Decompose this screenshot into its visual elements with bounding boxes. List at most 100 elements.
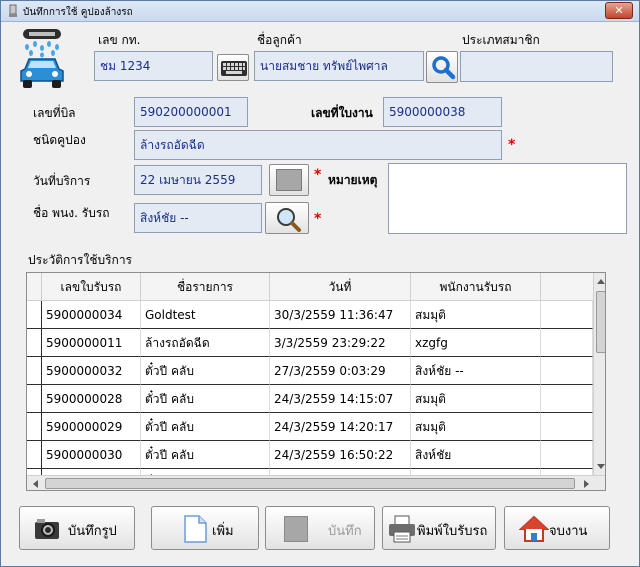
cell-date: 27/3/2559 0:03:29 <box>270 357 411 385</box>
save-image-button[interactable]: บันทึกรูป <box>19 506 135 550</box>
cell-item-name: ตั๋วปี คลับ <box>141 385 270 413</box>
cell-receipt-no: 5900000032 <box>42 357 141 385</box>
cell-date: 30/3/2559 11:36:47 <box>270 301 411 329</box>
cell-receipt-no: 5900000011 <box>42 329 141 357</box>
column-header-item-name[interactable]: ชื่อรายการ <box>141 273 270 301</box>
row-selector[interactable] <box>27 385 42 413</box>
member-type-label: ประเภทสมาชิก <box>462 33 540 47</box>
window-title: บันทึกการใช้ คูปองล้างรถ <box>23 7 133 18</box>
cell-item-name: ล้างรถอัดฉีด <box>141 329 270 357</box>
cell-date: 24/3/2559 16:50:22 <box>270 441 411 469</box>
horizontal-scrollbar[interactable] <box>27 475 605 491</box>
keyboard-icon <box>221 61 247 76</box>
cell-empty <box>541 441 593 469</box>
history-title: ประวัติการใช้บริการ <box>28 253 133 267</box>
service-date-field[interactable]: 22 เมษายน 2559 <box>134 165 262 195</box>
date-required-mark: * <box>314 167 322 183</box>
scroll-up-arrow-icon[interactable] <box>594 275 606 289</box>
cell-receipt-no: 5900000029 <box>42 413 141 441</box>
add-label: เพิ่ม <box>212 524 234 539</box>
cell-date: 24/3/2559 14:20:17 <box>270 413 411 441</box>
bill-no-label: เลขที่บิล <box>33 106 76 120</box>
cell-receipt-no: 5900000028 <box>42 385 141 413</box>
car-wash-logo-icon <box>20 29 64 88</box>
cell-staff: สมมุติ <box>411 301 541 329</box>
close-button[interactable]: ✕ <box>605 2 633 19</box>
row-selector[interactable] <box>27 301 42 329</box>
search-icon <box>432 56 456 80</box>
cell-empty <box>541 357 593 385</box>
cell-receipt-no: 5900000030 <box>42 441 141 469</box>
customer-field[interactable]: นายสมชาย ทรัพย์ไพศาล <box>254 51 424 81</box>
vertical-scroll-thumb[interactable] <box>596 291 605 353</box>
cell-empty <box>541 385 593 413</box>
staff-search-button[interactable] <box>265 202 309 234</box>
service-date-label: วันที่บริการ <box>33 174 91 188</box>
column-header-receipt-no[interactable]: เลขใบรับรถ <box>42 273 141 301</box>
row-selector[interactable] <box>27 329 42 357</box>
note-textarea[interactable] <box>388 163 627 234</box>
title-bar: บันทึกการใช้ คูปองล้างรถ ✕ <box>1 1 639 22</box>
camera-icon <box>35 519 59 539</box>
save-disabled-icon <box>284 516 308 542</box>
printer-icon <box>389 515 415 543</box>
cell-item-name: ตั๋วปี คลับ <box>141 413 270 441</box>
job-no-label: เลขที่ใบงาน <box>311 106 373 120</box>
exit-button[interactable]: จบงาน <box>504 506 610 550</box>
exit-label: จบงาน <box>549 524 588 539</box>
cell-empty <box>541 329 593 357</box>
coupon-usage-window: บันทึกการใช้ คูปองล้างรถ ✕ เลข กท. ชม 12… <box>0 0 640 567</box>
customer-label: ชื่อลูกค้า <box>257 33 302 47</box>
keyboard-button[interactable] <box>217 54 249 81</box>
add-button[interactable]: เพิ่ม <box>151 506 259 550</box>
plate-label: เลข กท. <box>98 33 141 47</box>
date-picker-button[interactable] <box>269 164 309 196</box>
save-image-label: บันทึกรูป <box>68 524 117 539</box>
job-no-field[interactable]: 5900000038 <box>383 97 502 127</box>
cell-staff: สิงห์ชัย -- <box>411 357 541 385</box>
cell-item-name: ตั๋วปี คลับ <box>141 357 270 385</box>
table-row[interactable]: 5900000028 ตั๋วปี คลับ 24/3/2559 14:15:0… <box>27 385 593 413</box>
table-row[interactable]: 5900000029 ตั๋วปี คลับ 24/3/2559 14:20:1… <box>27 413 593 441</box>
table-row[interactable]: 5900000034 Goldtest 30/3/2559 11:36:47 ส… <box>27 301 593 329</box>
cell-staff: สมมุติ <box>411 385 541 413</box>
coupon-type-label: ชนิดคูปอง <box>33 133 86 147</box>
coupon-type-field[interactable]: ล้างรถอัดฉีด <box>134 130 502 160</box>
cell-staff: xzgfg <box>411 329 541 357</box>
table-row[interactable]: 5900000030 ตั๋วปี คลับ 24/3/2559 16:50:2… <box>27 441 593 469</box>
cell-date: 3/3/2559 23:29:22 <box>270 329 411 357</box>
staff-field[interactable]: สิงห์ชัย -- <box>134 203 262 233</box>
vertical-scrollbar[interactable] <box>593 273 606 475</box>
print-receipt-button[interactable]: พิมพ์ใบรับรถ <box>382 506 496 550</box>
cell-empty <box>541 301 593 329</box>
customer-search-button[interactable] <box>426 51 458 83</box>
table-row[interactable]: 5900000011 ล้างรถอัดฉีด 3/3/2559 23:29:2… <box>27 329 593 357</box>
member-type-field[interactable] <box>460 51 613 82</box>
history-grid: เลขใบรับรถ ชื่อรายการ วันที่ พนักงานรับร… <box>26 272 606 491</box>
column-header-date[interactable]: วันที่ <box>270 273 411 301</box>
magnifier-icon <box>277 208 301 232</box>
row-selector[interactable] <box>27 441 42 469</box>
home-icon <box>519 515 549 542</box>
cell-empty <box>541 413 593 441</box>
note-label: หมายเหตุ <box>328 173 378 187</box>
date-picker-swatch-icon <box>276 169 302 191</box>
cell-date: 24/3/2559 14:15:07 <box>270 385 411 413</box>
plate-field[interactable]: ชม 1234 <box>94 51 213 81</box>
save-button[interactable]: บันทึก <box>265 506 375 550</box>
horizontal-scroll-thumb[interactable] <box>45 478 575 489</box>
row-selector[interactable] <box>27 357 42 385</box>
column-header-staff[interactable]: พนักงานรับรถ <box>411 273 541 301</box>
scroll-right-arrow-icon[interactable] <box>579 477 593 491</box>
table-row[interactable]: 5900000032 ตั๋วปี คลับ 27/3/2559 0:03:29… <box>27 357 593 385</box>
bill-no-field[interactable]: 590200000001 <box>134 97 248 127</box>
scroll-left-arrow-icon[interactable] <box>29 477 43 491</box>
cell-staff: สมมุติ <box>411 413 541 441</box>
scroll-down-arrow-icon[interactable] <box>594 459 606 473</box>
save-label: บันทึก <box>328 524 362 539</box>
coupon-required-mark: * <box>508 137 516 153</box>
row-selector[interactable] <box>27 413 42 441</box>
header-corner <box>27 273 42 301</box>
staff-required-mark: * <box>314 211 322 227</box>
print-receipt-label: พิมพ์ใบรับรถ <box>417 524 488 539</box>
